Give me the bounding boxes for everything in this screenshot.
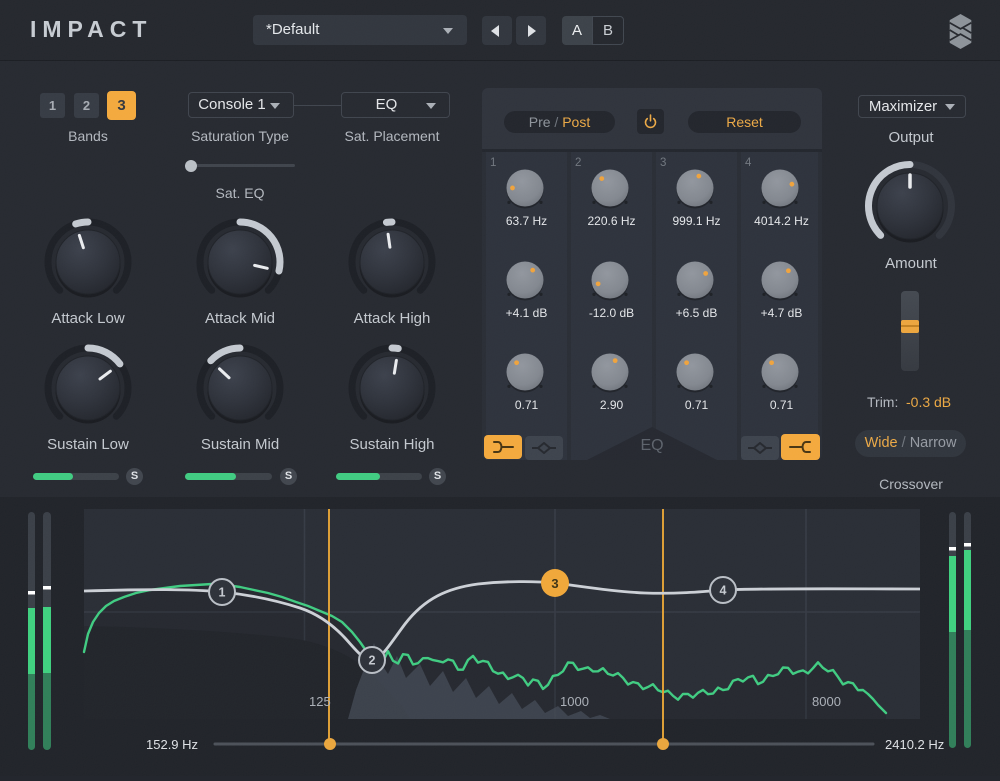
svg-text:125: 125 — [309, 694, 331, 709]
svg-text:2: 2 — [369, 654, 376, 668]
svg-text:1000: 1000 — [560, 694, 589, 709]
svg-text:8000: 8000 — [812, 694, 841, 709]
svg-text:2410.2 Hz: 2410.2 Hz — [885, 737, 944, 752]
svg-text:3: 3 — [551, 576, 558, 591]
svg-text:1: 1 — [219, 586, 226, 600]
svg-text:152.9 Hz: 152.9 Hz — [146, 737, 198, 752]
svg-text:4: 4 — [720, 584, 727, 598]
